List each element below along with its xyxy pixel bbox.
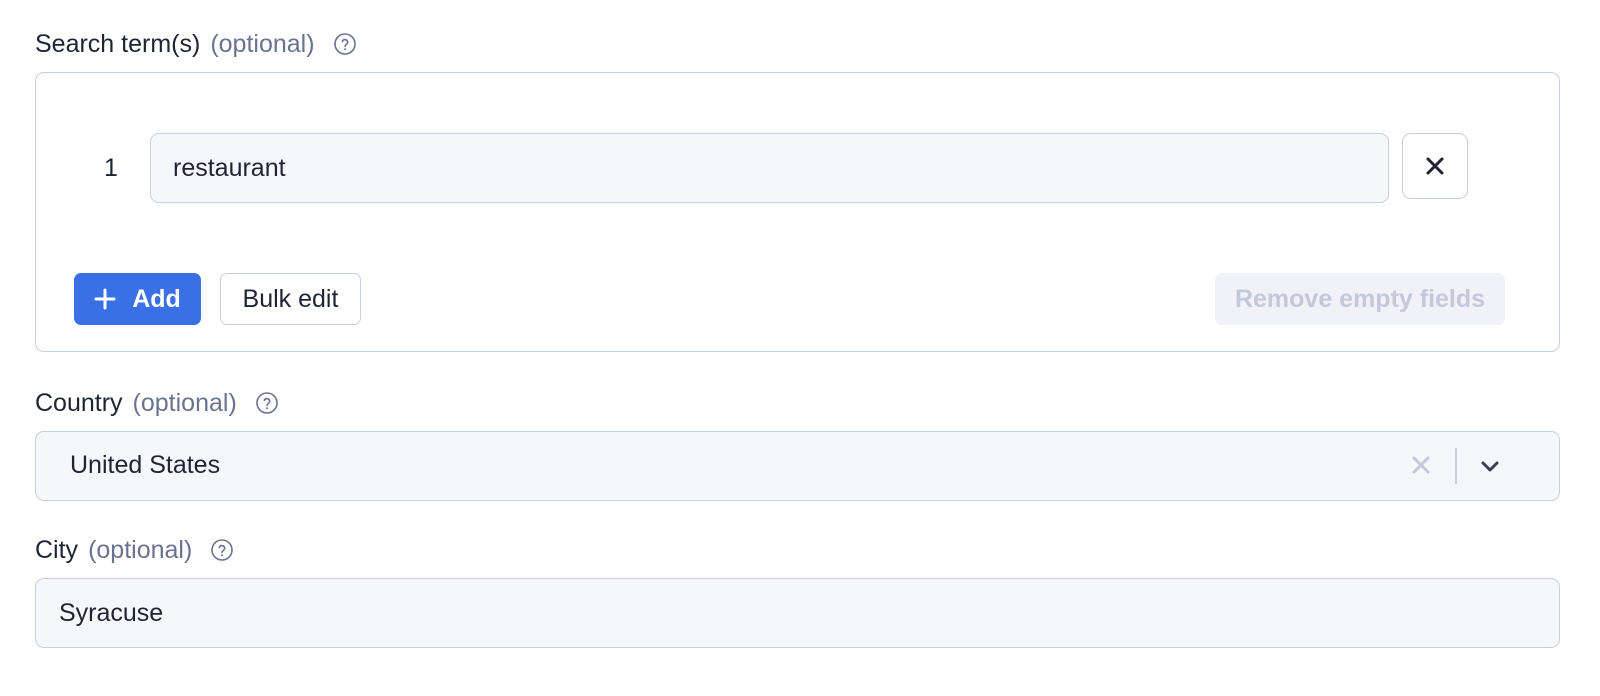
close-icon	[1424, 155, 1446, 177]
country-optional-text: (optional)	[132, 388, 237, 417]
question-circle-icon[interactable]	[210, 538, 234, 562]
bulk-edit-button[interactable]: Bulk edit	[220, 273, 361, 325]
chevron-down-icon[interactable]	[1474, 450, 1506, 482]
search-term-input[interactable]	[150, 133, 1389, 203]
scraper-input-form: Search term(s) (optional) 1 Add Bulk edi…	[0, 0, 1600, 696]
remove-empty-fields-button[interactable]: Remove empty fields	[1215, 273, 1505, 325]
search-term-row: 1	[36, 133, 1559, 203]
country-select[interactable]: United States	[35, 431, 1560, 501]
add-button-label: Add	[132, 284, 181, 313]
add-search-term-button[interactable]: Add	[74, 273, 201, 325]
search-terms-label-text: Search term(s)	[35, 29, 201, 58]
country-label-text: Country	[35, 388, 123, 417]
question-circle-icon[interactable]	[255, 391, 279, 415]
country-selected-value: United States	[70, 451, 221, 479]
city-label-text: City	[35, 535, 79, 564]
search-terms-optional-text: (optional)	[210, 29, 315, 58]
city-label: City (optional)	[35, 532, 234, 568]
city-optional-text: (optional)	[88, 535, 193, 564]
search-terms-container: 1 Add Bulk edit Remove empty fields	[35, 72, 1560, 352]
search-term-index: 1	[104, 153, 118, 182]
city-input[interactable]	[35, 578, 1560, 648]
remove-search-term-button[interactable]	[1402, 133, 1468, 199]
country-label: Country (optional)	[35, 385, 279, 421]
question-circle-icon[interactable]	[333, 32, 357, 56]
search-terms-label: Search term(s) (optional)	[35, 26, 357, 62]
close-icon[interactable]	[1406, 450, 1436, 480]
select-divider	[1455, 448, 1457, 484]
plus-icon	[94, 288, 116, 310]
